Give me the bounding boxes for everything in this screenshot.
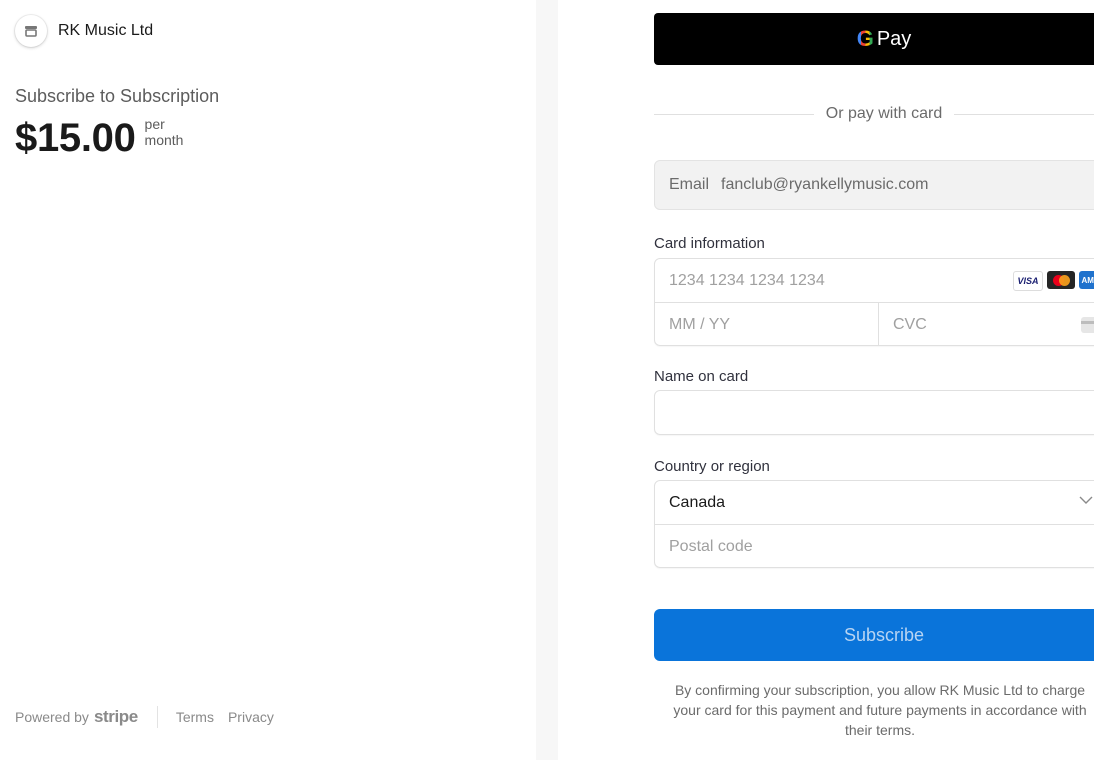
- expiry-placeholder: MM / YY: [669, 315, 731, 333]
- visa-icon: VISA: [1013, 271, 1043, 291]
- google-pay-label: Pay: [876, 27, 912, 50]
- divider-line-left: [654, 113, 814, 115]
- footer: Powered by stripe Terms Privacy: [15, 706, 288, 728]
- billing-period: per month: [145, 116, 184, 148]
- card-brands: VISA AMEX: [1013, 271, 1094, 291]
- price-row: $15.00 per month: [15, 114, 183, 162]
- card-number-input[interactable]: 1234 1234 1234 1234 VISA AMEX: [655, 259, 1094, 303]
- merchant-name: RK Music Ltd: [58, 22, 154, 39]
- terms-link[interactable]: Terms: [176, 709, 214, 725]
- store-icon: [15, 15, 47, 47]
- subscribe-button[interactable]: Subscribe: [654, 609, 1094, 661]
- country-value: Canada: [669, 493, 726, 511]
- postal-code-placeholder: Postal code: [669, 537, 753, 555]
- country-select[interactable]: Canada: [655, 481, 1094, 525]
- address-group: Canada Postal code: [654, 480, 1094, 568]
- or-divider: Or pay with card: [654, 103, 1094, 125]
- mastercard-icon: [1047, 271, 1075, 289]
- email-field[interactable]: Email fanclub@ryankellymusic.com: [654, 160, 1094, 210]
- powered-by-label: Powered by: [15, 709, 89, 725]
- google-pay-button[interactable]: G Pay: [654, 13, 1094, 65]
- email-label: Email: [669, 176, 710, 193]
- email-value: fanclub@ryankellymusic.com: [721, 176, 929, 193]
- or-pay-with-card-text: Or pay with card: [825, 105, 943, 122]
- price-amount: $15.00: [15, 116, 136, 160]
- privacy-link[interactable]: Privacy: [228, 709, 274, 725]
- name-on-card-label: Name on card: [654, 368, 749, 385]
- postal-code-input[interactable]: Postal code: [655, 525, 1094, 568]
- country-label: Country or region: [654, 458, 770, 475]
- payment-form-panel: G Pay Or pay with card Email fanclub@rya…: [558, 0, 1094, 760]
- chevron-down-icon: [1079, 496, 1093, 504]
- cvc-card-icon: 135: [1081, 317, 1094, 333]
- expiry-input[interactable]: MM / YY: [655, 303, 879, 346]
- product-title: Subscribe to Subscription: [15, 86, 220, 106]
- order-summary-panel: RK Music Ltd Subscribe to Subscription $…: [0, 0, 536, 760]
- panel-divider: [536, 0, 558, 760]
- confirmation-disclaimer: By confirming your subscription, you all…: [673, 682, 1087, 738]
- cvc-input[interactable]: CVC 135: [879, 303, 1094, 346]
- google-g-icon: G: [856, 26, 874, 51]
- divider-line-right: [954, 113, 1094, 115]
- card-number-placeholder: 1234 1234 1234 1234: [669, 271, 825, 289]
- period-line2: month: [144, 132, 184, 148]
- cvc-placeholder: CVC: [893, 315, 927, 333]
- amex-icon: AMEX: [1079, 271, 1094, 289]
- card-information-group: 1234 1234 1234 1234 VISA AMEX MM / YY CV…: [654, 258, 1094, 346]
- card-information-label: Card information: [654, 235, 765, 252]
- name-on-card-input[interactable]: [654, 390, 1094, 435]
- footer-divider: [156, 706, 158, 728]
- period-line1: per: [144, 116, 165, 132]
- stripe-logo[interactable]: stripe: [94, 707, 138, 727]
- card-expiry-cvc-row: MM / YY CVC 135: [655, 303, 1094, 346]
- merchant-header[interactable]: RK Music Ltd: [15, 15, 153, 47]
